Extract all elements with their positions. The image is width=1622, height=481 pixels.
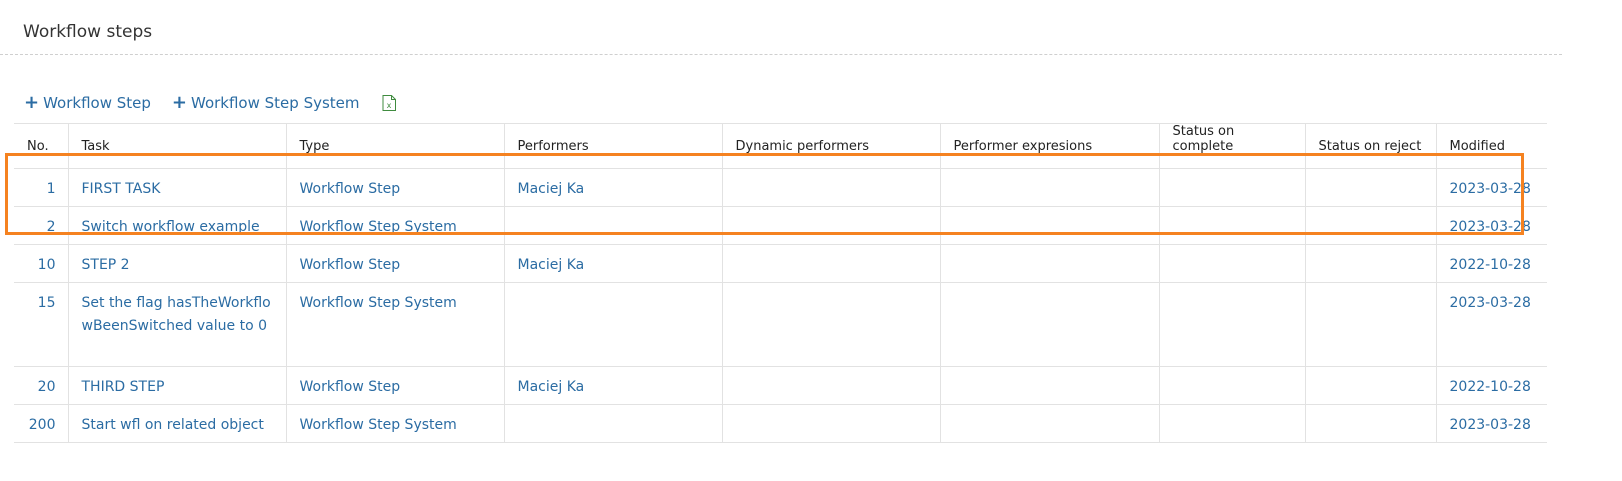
column-header-type[interactable]: Type [285, 123, 504, 169]
cell-task: STEP 2 [67, 244, 286, 283]
cell-dynamic-performers [721, 404, 940, 443]
cell-no: 200 [14, 404, 68, 443]
cell-status-on-reject [1304, 168, 1436, 207]
task-link[interactable]: STEP 2 [82, 257, 130, 273]
table-row[interactable]: 1 FIRST TASK Workflow Step Maciej Ka 202… [14, 168, 1547, 207]
task-link[interactable]: Set the flag hasTheWorkflowBeenSwitched … [82, 295, 271, 334]
cell-performer-expresions [939, 168, 1159, 207]
cell-modified: 2023-03-28 [1435, 206, 1547, 245]
task-link[interactable]: Switch workflow example [82, 219, 260, 235]
cell-type: Workflow Step System [285, 282, 504, 367]
column-header-status-on-complete[interactable]: Status on complete [1158, 123, 1305, 169]
cell-status-on-reject [1304, 206, 1436, 245]
toolbar: + Workflow Step + Workflow Step System x [24, 92, 396, 114]
section-title: Workflow steps [23, 22, 153, 42]
cell-dynamic-performers [721, 244, 940, 283]
cell-performers [503, 206, 722, 245]
column-header-task[interactable]: Task [67, 123, 286, 169]
column-header-no[interactable]: No. [14, 123, 68, 169]
task-link[interactable]: FIRST TASK [82, 181, 161, 197]
cell-task: Switch workflow example [67, 206, 286, 245]
cell-performers [503, 404, 722, 443]
cell-type: Workflow Step [285, 168, 504, 207]
table-row[interactable]: 20 THIRD STEP Workflow Step Maciej Ka 20… [14, 366, 1547, 405]
task-link[interactable]: THIRD STEP [82, 379, 165, 395]
cell-status-on-reject [1304, 244, 1436, 283]
excel-export-icon[interactable]: x [382, 95, 396, 111]
cell-status-on-complete [1158, 244, 1305, 283]
cell-task: THIRD STEP [67, 366, 286, 405]
cell-modified: 2022-10-28 [1435, 366, 1547, 405]
cell-modified: 2023-03-28 [1435, 282, 1547, 367]
cell-status-on-reject [1304, 366, 1436, 405]
cell-modified: 2023-03-28 [1435, 168, 1547, 207]
cell-status-on-complete [1158, 404, 1305, 443]
column-header-modified[interactable]: Modified [1435, 123, 1547, 169]
column-header-dynamic-performers[interactable]: Dynamic performers [721, 123, 940, 169]
table-row[interactable]: 2 Switch workflow example Workflow Step … [14, 206, 1547, 245]
cell-status-on-reject [1304, 282, 1436, 367]
cell-performer-expresions [939, 366, 1159, 405]
cell-no: 15 [14, 282, 68, 367]
cell-status-on-complete [1158, 168, 1305, 207]
cell-performer-expresions [939, 404, 1159, 443]
cell-type: Workflow Step System [285, 404, 504, 443]
cell-task: Set the flag hasTheWorkflowBeenSwitched … [67, 282, 286, 367]
cell-type: Workflow Step System [285, 206, 504, 245]
cell-dynamic-performers [721, 206, 940, 245]
cell-performer-expresions [939, 206, 1159, 245]
table-header-row: No. Task Type Performers Dynamic perform… [14, 123, 1547, 169]
cell-status-on-complete [1158, 282, 1305, 367]
cell-status-on-complete [1158, 206, 1305, 245]
column-header-status-on-reject[interactable]: Status on reject [1304, 123, 1436, 169]
cell-performers: Maciej Ka [503, 244, 722, 283]
column-header-performers[interactable]: Performers [503, 123, 722, 169]
cell-performer-expresions [939, 282, 1159, 367]
task-link[interactable]: Start wfl on related object [82, 417, 264, 433]
cell-status-on-complete [1158, 366, 1305, 405]
cell-performer-expresions [939, 244, 1159, 283]
column-header-performer-expresions[interactable]: Performer expresions [939, 123, 1159, 169]
cell-dynamic-performers [721, 168, 940, 207]
cell-no: 20 [14, 366, 68, 405]
plus-icon: + [24, 92, 40, 113]
add-workflow-step-system-label: Workflow Step System [191, 94, 360, 112]
plus-icon: + [171, 92, 187, 113]
cell-no: 10 [14, 244, 68, 283]
workflow-steps-table: No. Task Type Performers Dynamic perform… [14, 123, 1547, 443]
table-row[interactable]: 15 Set the flag hasTheWorkflowBeenSwitch… [14, 282, 1547, 367]
add-workflow-step-button[interactable]: + Workflow Step [24, 92, 151, 113]
cell-dynamic-performers [721, 282, 940, 367]
svg-text:x: x [386, 101, 391, 110]
section-divider [0, 54, 1562, 55]
cell-no: 2 [14, 206, 68, 245]
cell-modified: 2023-03-28 [1435, 404, 1547, 443]
cell-no: 1 [14, 168, 68, 207]
table-row[interactable]: 10 STEP 2 Workflow Step Maciej Ka 2022-1… [14, 244, 1547, 283]
add-workflow-step-label: Workflow Step [43, 94, 151, 112]
cell-type: Workflow Step [285, 244, 504, 283]
cell-dynamic-performers [721, 366, 940, 405]
cell-task: FIRST TASK [67, 168, 286, 207]
cell-performers [503, 282, 722, 367]
cell-performers: Maciej Ka [503, 366, 722, 405]
cell-modified: 2022-10-28 [1435, 244, 1547, 283]
cell-performers: Maciej Ka [503, 168, 722, 207]
add-workflow-step-system-button[interactable]: + Workflow Step System [171, 92, 360, 113]
cell-status-on-reject [1304, 404, 1436, 443]
table-row[interactable]: 200 Start wfl on related object Workflow… [14, 404, 1547, 443]
cell-type: Workflow Step [285, 366, 504, 405]
cell-task: Start wfl on related object [67, 404, 286, 443]
